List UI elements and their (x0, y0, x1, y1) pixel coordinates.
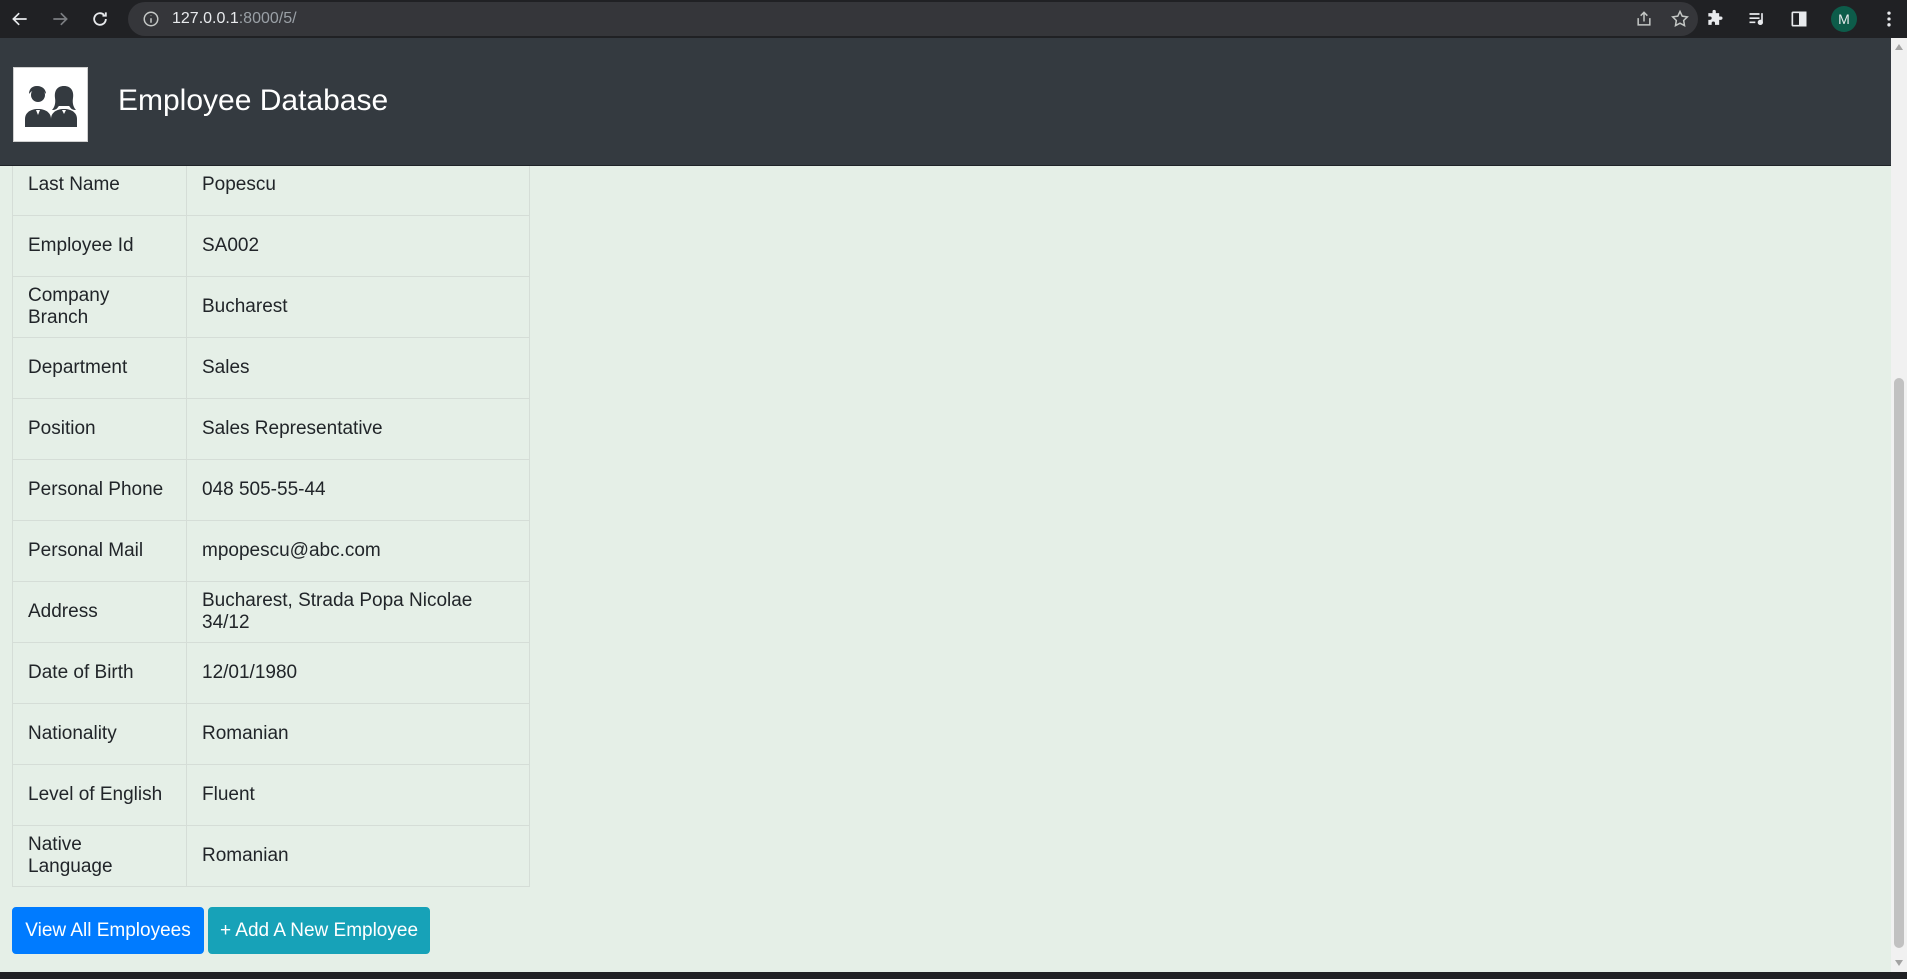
detail-value: Fluent (186, 763, 530, 826)
detail-value: 048 505-55-44 (186, 458, 530, 521)
detail-row: Department Sales (12, 336, 530, 399)
profile-avatar[interactable]: M (1831, 6, 1857, 32)
detail-label: Native Language (12, 824, 187, 887)
detail-value: 12/01/1980 (186, 641, 530, 704)
detail-row: Date of Birth 12/01/1980 (12, 641, 530, 704)
detail-label: Department (12, 336, 187, 399)
app-header: Employee Database (0, 38, 1891, 166)
arrow-left-icon (12, 12, 27, 26)
detail-label: Nationality (12, 702, 187, 765)
detail-value: SA002 (186, 214, 530, 277)
reload-button[interactable] (80, 0, 120, 38)
detail-row: Company Branch Bucharest (12, 275, 530, 338)
window-bottom-edge (0, 972, 1907, 979)
detail-label: Employee Id (12, 214, 187, 277)
scroll-down-arrow-icon[interactable] (1895, 960, 1903, 966)
employees-icon (24, 85, 77, 127)
detail-row: Native Language Romanian (12, 824, 530, 887)
url-path: :8000/5/ (238, 10, 297, 27)
detail-value: mpopescu@abc.com (186, 519, 530, 582)
reload-icon (93, 12, 107, 26)
scroll-thumb[interactable] (1894, 378, 1904, 948)
browser-toolbar: 127.0.0.1:8000/5/ M (0, 0, 1907, 38)
side-panel-icon[interactable] (1789, 9, 1809, 29)
page-title: Employee Database (118, 84, 389, 117)
vertical-scrollbar[interactable] (1891, 38, 1907, 972)
detail-row: Personal Mail mpopescu@abc.com (12, 519, 530, 582)
kebab-menu-icon[interactable] (1879, 9, 1899, 29)
detail-value: Bucharest, Strada Popa Nicolae 34/12 (186, 580, 530, 643)
detail-value: Sales (186, 336, 530, 399)
url-host: 127.0.0.1 (172, 10, 239, 27)
share-icon[interactable] (1634, 9, 1654, 29)
detail-row: Level of English Fluent (12, 763, 530, 826)
detail-row: Address Bucharest, Strada Popa Nicolae 34… (12, 580, 530, 643)
back-button[interactable] (0, 0, 40, 38)
detail-row: Position Sales Representative (12, 397, 530, 460)
detail-row: Nationality Romanian (12, 702, 530, 765)
detail-label: Personal Mail (12, 519, 187, 582)
detail-row: Employee Id SA002 (12, 214, 530, 277)
media-queue-icon[interactable] (1747, 9, 1767, 29)
add-new-employee-button[interactable]: + Add A New Employee (208, 907, 430, 954)
detail-value: Romanian (186, 702, 530, 765)
star-icon[interactable] (1670, 9, 1690, 29)
detail-label: Position (12, 397, 187, 460)
detail-label: Company Branch (12, 275, 187, 338)
scroll-up-arrow-icon[interactable] (1895, 44, 1903, 50)
address-bar[interactable]: 127.0.0.1:8000/5/ (128, 2, 1698, 36)
detail-value: Bucharest (186, 275, 530, 338)
info-icon[interactable] (142, 10, 160, 28)
forward-button[interactable] (40, 0, 80, 38)
detail-row: Personal Phone 048 505-55-44 (12, 458, 530, 521)
detail-label: Personal Phone (12, 458, 187, 521)
view-all-employees-button[interactable]: View All Employees (12, 907, 204, 954)
detail-label: Level of English (12, 763, 187, 826)
employee-details-table: Last Name Popescu Employee Id SA002 Company … (12, 155, 530, 887)
puzzle-icon[interactable] (1705, 9, 1725, 29)
detail-label: Address (12, 580, 187, 643)
detail-value: Romanian (186, 824, 530, 887)
detail-label: Date of Birth (12, 641, 187, 704)
detail-value: Sales Representative (186, 397, 530, 460)
arrow-right-icon (53, 12, 68, 26)
logo[interactable] (13, 67, 88, 142)
